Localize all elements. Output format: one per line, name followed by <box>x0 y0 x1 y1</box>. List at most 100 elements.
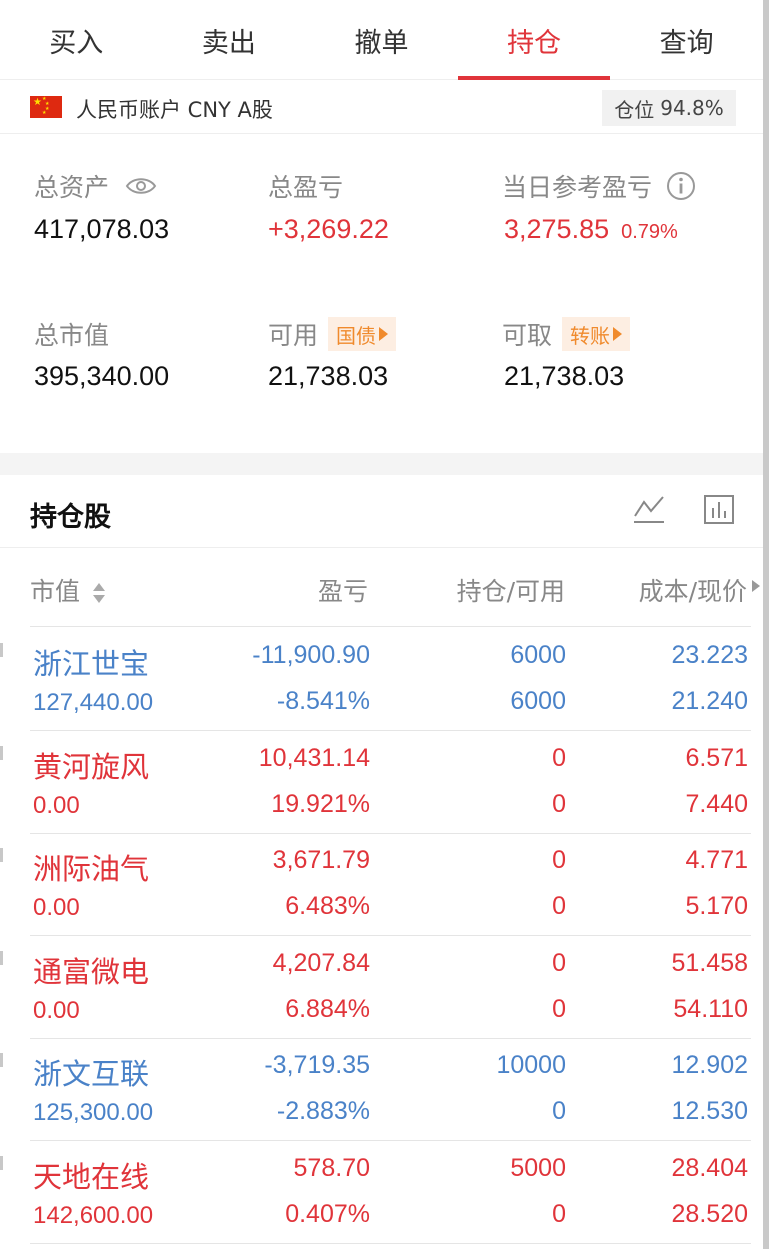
stock-pnl-pct: 6.483% <box>285 892 370 920</box>
stock-price: 21.240 <box>671 687 748 715</box>
stock-available: 6000 <box>510 687 566 715</box>
stock-market-value: 0.00 <box>33 996 80 1024</box>
stock-pnl: 10,431.14 <box>258 743 370 772</box>
stock-name: 浙江世宝 <box>33 647 150 681</box>
stock-available: 0 <box>552 1097 566 1125</box>
row-divider <box>30 1242 751 1244</box>
stock-cost: 6.571 <box>685 743 748 772</box>
stock-pnl-pct: 6.884% <box>285 994 370 1023</box>
position-ratio-badge: 仓位 94.8% <box>602 90 736 126</box>
stock-available: 0 <box>552 1199 566 1228</box>
stock-pnl: -3,719.35 <box>264 1051 370 1079</box>
stock-pnl: 4,207.84 <box>272 948 370 977</box>
sort-icon <box>92 583 105 603</box>
total-assets-value: 417,078.03 <box>34 214 170 244</box>
stock-name: 通富微电 <box>33 954 150 989</box>
row-marker <box>0 1155 3 1170</box>
col-market-value-label: 市值 <box>30 577 81 606</box>
stock-cost: 51.458 <box>671 948 748 977</box>
withdrawable-value: 21,738.03 <box>504 361 625 391</box>
stock-price: 28.520 <box>671 1199 748 1228</box>
stock-available: 0 <box>552 892 566 920</box>
col-pnl-header[interactable]: 盈亏 <box>250 572 368 608</box>
stock-market-value: 125,300.00 <box>33 1099 154 1126</box>
tab-buy[interactable]: 买入 <box>0 0 153 80</box>
row-marker <box>0 1053 3 1067</box>
stock-market-value: 0.00 <box>33 791 80 819</box>
stock-pnl-pct: 0.407% <box>285 1199 370 1228</box>
stock-pnl-pct: -2.883% <box>276 1097 370 1125</box>
table-row[interactable]: 洲际油气 0.00 3,671.79 6.483% 0 0 4.771 5.170 <box>0 834 763 936</box>
flag-cn-icon: ★ ★ ★ ★ ★ <box>30 96 62 118</box>
treasury-bond-button[interactable]: 国债 <box>328 317 397 351</box>
daily-pnl-group: 3,275.85 0.79% <box>504 214 678 245</box>
total-assets-label: 总资产 <box>34 173 110 202</box>
tab-holdings[interactable]: 持仓 <box>457 0 611 80</box>
stock-cost: 12.902 <box>671 1051 748 1079</box>
table-row[interactable]: 通富微电 0.00 4,207.84 6.884% 0 0 51.458 54.110 <box>0 937 763 1039</box>
daily-pnl-pct: 0.79% <box>621 221 678 243</box>
stock-pnl: -11,900.90 <box>252 641 370 669</box>
col-cost-price-header[interactable]: 成本/现价 <box>580 572 747 608</box>
stock-available: 0 <box>552 789 566 818</box>
market-value-label: 总市值 <box>34 321 110 350</box>
stock-price: 12.530 <box>671 1097 748 1125</box>
row-marker <box>0 643 3 657</box>
market-value-value: 395,340.00 <box>34 361 170 391</box>
holdings-title: 持仓股 <box>30 502 111 533</box>
stock-position: 6000 <box>510 641 566 669</box>
stock-pnl: 578.70 <box>293 1153 370 1182</box>
bar-chart-icon[interactable] <box>702 492 736 526</box>
stock-market-value: 142,600.00 <box>33 1201 154 1229</box>
tab-cancel[interactable]: 撤单 <box>305 0 458 80</box>
total-pnl-value: +3,269.22 <box>268 214 389 244</box>
position-label: 仓位 <box>614 97 655 122</box>
stock-price: 7.440 <box>685 789 748 818</box>
daily-pnl-label-group: 当日参考盈亏 <box>502 168 696 204</box>
treasury-bond-label: 国债 <box>336 323 377 348</box>
row-marker <box>0 950 3 965</box>
daily-pnl-value: 3,275.85 <box>504 214 610 244</box>
stock-cost: 23.223 <box>671 641 748 669</box>
stock-name: 洲际油气 <box>33 852 150 886</box>
row-marker <box>0 848 3 862</box>
transfer-label: 转账 <box>570 323 611 348</box>
section-divider <box>0 453 763 475</box>
table-row[interactable]: 天地在线 142,600.00 578.70 0.407% 5000 0 28.404 28.… <box>0 1142 763 1244</box>
col-market-value-header[interactable]: 市值 <box>30 572 106 608</box>
chevron-right-icon <box>613 327 623 341</box>
holdings-header-divider <box>0 547 763 548</box>
tab-query[interactable]: 查询 <box>610 0 763 80</box>
info-icon[interactable] <box>666 171 696 201</box>
available-label-group: 可用 国债 <box>268 316 397 352</box>
stock-position: 0 <box>552 948 566 977</box>
line-chart-icon[interactable] <box>632 492 666 526</box>
row-marker <box>0 745 3 760</box>
stock-name: 天地在线 <box>33 1159 150 1194</box>
table-row[interactable]: 黄河旋风 0.00 10,431.14 19.921% 0 0 6.571 7.440 <box>0 732 763 834</box>
stock-price: 5.170 <box>685 892 748 920</box>
transfer-button[interactable]: 转账 <box>562 317 631 351</box>
total-pnl-label: 总盈亏 <box>268 173 344 202</box>
trade-tabs: 买入 卖出 撤单 持仓 查询 <box>0 0 763 80</box>
eye-icon[interactable] <box>125 176 157 196</box>
stock-pnl-pct: -8.541% <box>276 687 370 715</box>
tab-sell[interactable]: 卖出 <box>153 0 306 80</box>
stock-market-value: 0.00 <box>33 894 80 921</box>
stock-position: 0 <box>552 743 566 772</box>
more-columns-icon[interactable] <box>752 580 760 592</box>
stock-market-value: 127,440.00 <box>33 689 154 716</box>
account-bar: ★ ★ ★ ★ ★ 人民币账户 CNY A股 仓位 94.8% <box>0 82 763 134</box>
account-label: 人民币账户 CNY A股 <box>76 98 273 122</box>
stock-cost: 28.404 <box>671 1153 748 1182</box>
column-header-divider <box>30 626 751 627</box>
available-label: 可用 <box>268 321 319 350</box>
table-row[interactable]: 浙文互联 125,300.00 -3,719.35 -2.883% 10000 0 12.9… <box>0 1039 763 1141</box>
col-position-header[interactable]: 持仓/可用 <box>400 572 565 608</box>
stock-price: 54.110 <box>673 994 748 1023</box>
total-assets-label-group: 总资产 <box>34 168 157 204</box>
stock-pnl: 3,671.79 <box>272 846 370 874</box>
stock-available: 0 <box>552 994 566 1023</box>
stock-pnl-pct: 19.921% <box>271 789 370 818</box>
table-row[interactable]: 浙江世宝 127,440.00 -11,900.90 -8.541% 6000 6000 2… <box>0 629 763 731</box>
